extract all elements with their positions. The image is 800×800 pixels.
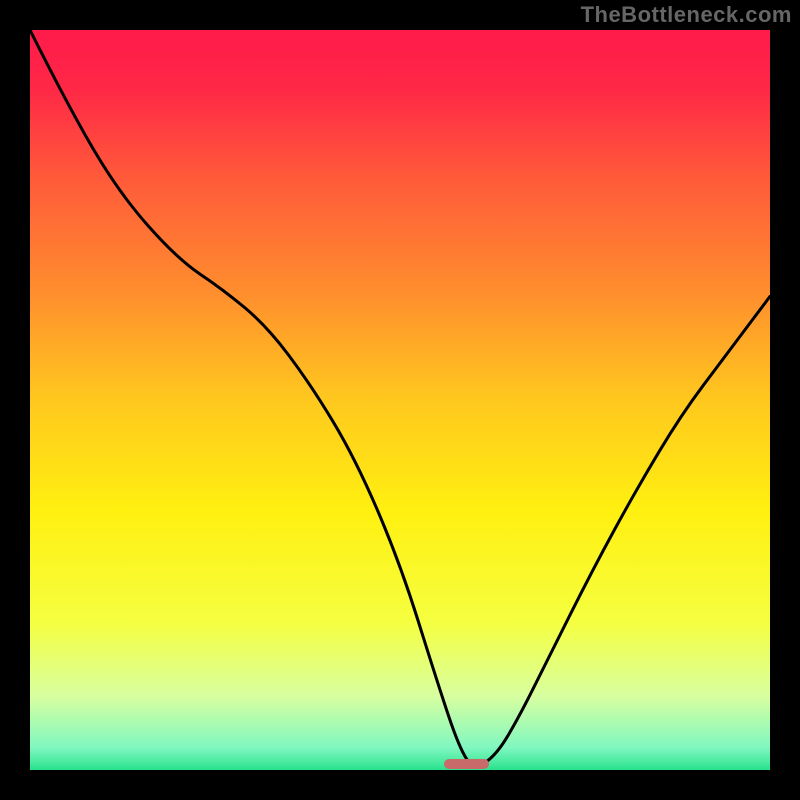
- watermark-text: TheBottleneck.com: [581, 2, 792, 28]
- optimal-minimum-marker: [444, 759, 488, 769]
- plot-area: [30, 30, 770, 770]
- bottleneck-curve: [30, 30, 770, 770]
- chart-frame: TheBottleneck.com: [0, 0, 800, 800]
